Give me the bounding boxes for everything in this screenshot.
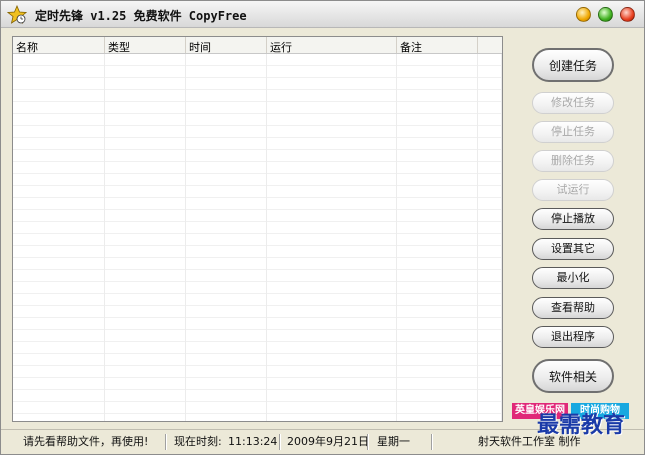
stop-task-button[interactable]: 停止任务	[532, 121, 614, 143]
task-list-header: 名称 类型 时间 运行 备注	[13, 37, 502, 54]
column-header-run[interactable]: 运行	[267, 37, 397, 53]
test-run-button[interactable]: 试运行	[532, 179, 614, 201]
main-window: 定时先锋 v1.25 免费软件 CopyFree 名称 类型 时间 运行 备注 …	[0, 0, 645, 455]
status-separator	[165, 434, 167, 450]
status-date: 2009年9月21日	[287, 435, 369, 448]
minimize-button[interactable]: 最小化	[532, 267, 614, 289]
close-window-button[interactable]	[620, 7, 635, 22]
status-separator	[279, 434, 281, 450]
other-settings-button[interactable]: 设置其它	[532, 238, 614, 260]
column-gridlines	[13, 54, 502, 421]
column-header-name[interactable]: 名称	[13, 37, 105, 53]
create-task-button[interactable]: 创建任务	[532, 48, 614, 82]
title-bar[interactable]: 定时先锋 v1.25 免费软件 CopyFree	[1, 1, 644, 28]
column-header-extra[interactable]	[478, 37, 502, 53]
status-separator	[367, 434, 369, 450]
watermark-text: 最需教育	[537, 412, 626, 438]
task-list[interactable]: 名称 类型 时间 运行 备注	[12, 36, 503, 422]
status-time-label: 现在时刻:	[174, 435, 222, 448]
status-weekday: 星期一	[377, 435, 410, 448]
modify-task-button[interactable]: 修改任务	[532, 92, 614, 114]
app-icon	[7, 5, 27, 24]
exit-program-button[interactable]: 退出程序	[532, 326, 614, 348]
column-header-type[interactable]: 类型	[105, 37, 186, 53]
status-separator	[431, 434, 433, 450]
minimize-window-button[interactable]	[576, 7, 591, 22]
column-header-time[interactable]: 时间	[186, 37, 267, 53]
column-header-note[interactable]: 备注	[397, 37, 478, 53]
stop-playback-button[interactable]: 停止播放	[532, 208, 614, 230]
delete-task-button[interactable]: 删除任务	[532, 150, 614, 172]
status-hint: 请先看帮助文件，再使用!	[23, 435, 149, 448]
maximize-window-button[interactable]	[598, 7, 613, 22]
window-title: 定时先锋 v1.25 免费软件 CopyFree	[35, 9, 247, 23]
task-list-body[interactable]	[13, 54, 502, 421]
view-help-button[interactable]: 查看帮助	[532, 297, 614, 319]
software-related-button[interactable]: 软件相关	[532, 359, 614, 393]
status-time-value: 11:13:24	[228, 435, 278, 448]
